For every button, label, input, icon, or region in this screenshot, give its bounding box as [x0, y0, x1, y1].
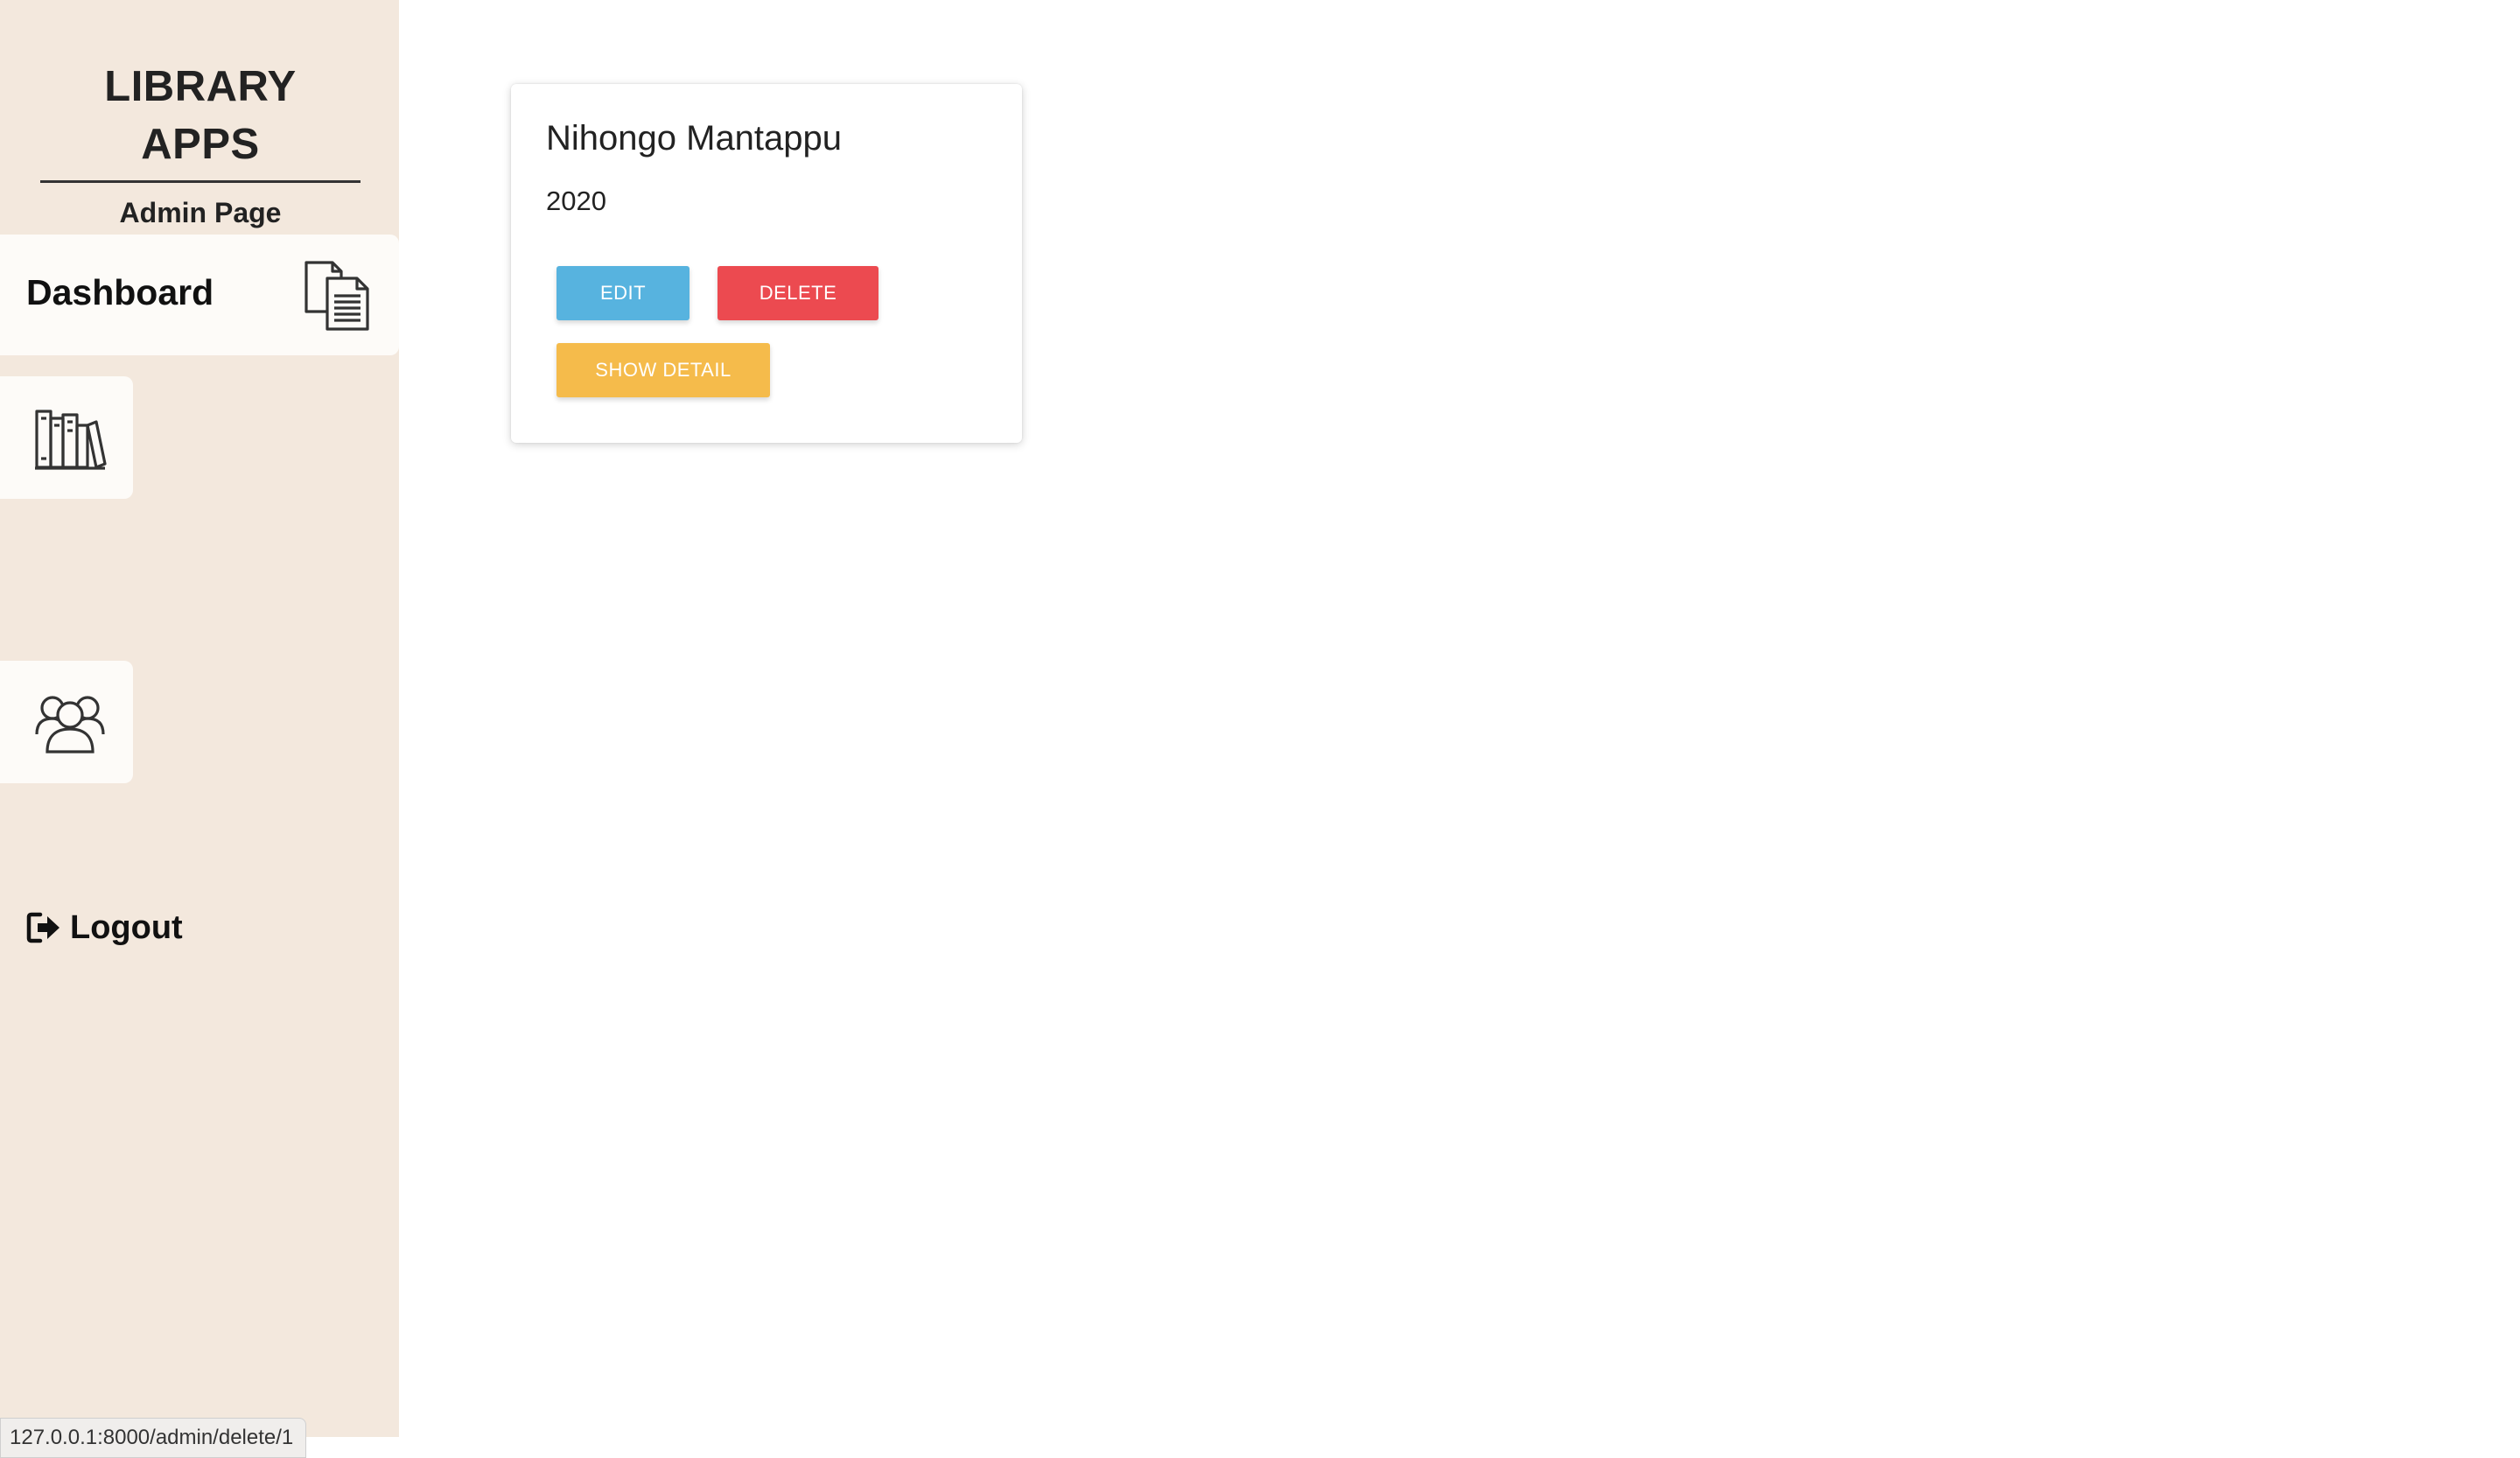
- brand: LIBRARY APPS Admin Page: [40, 58, 360, 230]
- book-title: Nihongo Mantappu: [546, 119, 843, 158]
- books-icon: [35, 410, 107, 470]
- nav-books[interactable]: [0, 376, 133, 499]
- delete-button[interactable]: DELETE: [718, 266, 878, 320]
- book-card: Nihongo Mantappu 2020 EDIT DELETE SHOW D…: [511, 84, 1022, 443]
- show-detail-button[interactable]: SHOW DETAIL: [556, 343, 770, 397]
- logout-link[interactable]: Logout: [26, 905, 183, 950]
- nav-users[interactable]: [0, 661, 133, 783]
- nav-dashboard-label: Dashboard: [26, 272, 214, 312]
- edit-button[interactable]: EDIT: [556, 266, 690, 320]
- app-title: LIBRARY APPS: [40, 58, 360, 183]
- nav-dashboard[interactable]: Dashboard: [0, 235, 399, 355]
- sidebar: LIBRARY APPS Admin Page Dashboard Logout…: [0, 0, 399, 1458]
- status-bar-url: 127.0.0.1:8000/admin/delete/1: [0, 1418, 307, 1458]
- book-year: 2020: [546, 186, 606, 216]
- page-subtitle: Admin Page: [119, 197, 282, 228]
- users-group-icon: [35, 696, 105, 754]
- documents-icon: [304, 261, 369, 331]
- logout-label: Logout: [70, 909, 183, 946]
- logout-icon: [26, 912, 60, 943]
